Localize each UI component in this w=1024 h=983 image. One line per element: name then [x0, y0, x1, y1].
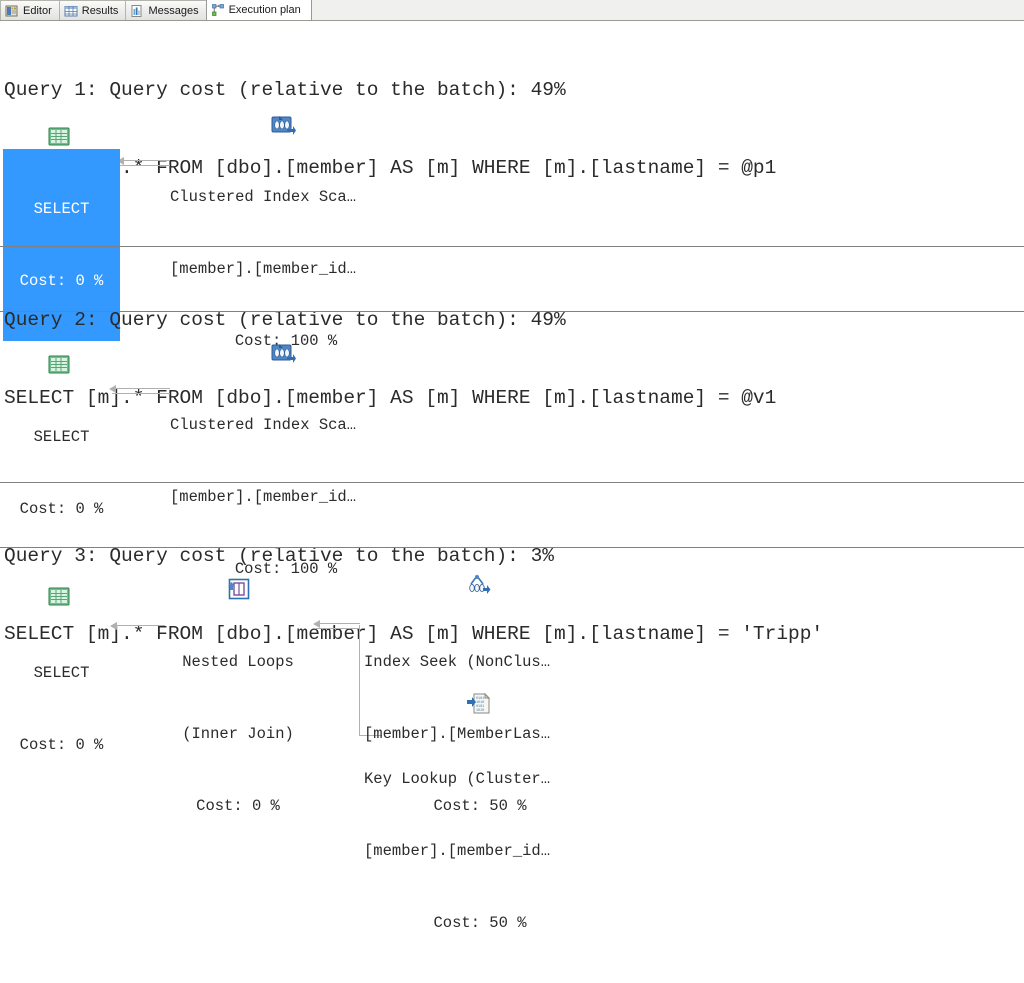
execution-plan-canvas[interactable]: Query 1: Query cost (relative to the bat… [0, 21, 1024, 932]
query-separator-3 [0, 482, 1024, 483]
clustered-index-scan-icon [270, 113, 296, 139]
tab-label: Editor [23, 4, 52, 17]
node-title: Nested Loops [182, 653, 294, 671]
execution-plan-icon: + [211, 3, 225, 17]
node-title: Key Lookup (Cluster… [364, 770, 551, 788]
select-result-icon [46, 124, 72, 150]
query-separator-4 [0, 547, 1024, 548]
tab-label: Messages [148, 4, 199, 17]
tab-label: Execution plan [228, 4, 301, 16]
node-cost: Cost: 50 % [433, 914, 527, 932]
tab-execution-plan[interactable]: + Execution plan [205, 0, 312, 20]
query-3-select-node[interactable]: SELECT Cost: 0 % [3, 613, 120, 805]
svg-text:1010: 1010 [476, 709, 484, 713]
select-result-icon [46, 352, 72, 378]
index-seek-icon [465, 574, 491, 600]
node-subtitle: (Inner Join) [182, 725, 294, 743]
editor-icon [5, 4, 19, 18]
query-separator-2 [0, 311, 1024, 312]
select-result-icon [46, 584, 72, 610]
node-title: SELECT [33, 664, 90, 682]
grid-icon [64, 4, 78, 18]
query-separator-1 [0, 246, 1024, 247]
query-3-key-lookup-node[interactable]: Key Lookup (Cluster… [member].[member_id… [364, 719, 596, 983]
tab-bar: Editor Results Messages + Execution plan [0, 0, 1024, 21]
tab-messages[interactable]: Messages [125, 0, 207, 20]
node-title: SELECT [33, 200, 90, 218]
connector-q3-select [113, 625, 165, 626]
connector-q2 [112, 388, 170, 394]
node-object: [member].[member_id… [364, 842, 551, 860]
node-title: SELECT [33, 428, 90, 446]
query-3-nested-loops-node[interactable]: Nested Loops (Inner Join) Cost: 0 % [164, 602, 312, 866]
connector-arrow-q3-seek [313, 620, 320, 628]
svg-text:+: + [217, 3, 220, 8]
clustered-index-scan-icon [270, 341, 296, 367]
node-title: Clustered Index Sca… [170, 416, 357, 434]
tab-editor[interactable]: Editor [0, 0, 60, 20]
connector-q1 [120, 160, 170, 166]
nested-loops-icon [226, 576, 252, 602]
node-cost: Cost: 0 % [19, 736, 104, 754]
tab-label: Results [81, 4, 119, 17]
node-cost: Cost: 0 % [196, 797, 280, 815]
messages-icon [130, 4, 144, 18]
node-title: Index Seek (NonClus… [364, 653, 551, 671]
node-title: Clustered Index Sca… [170, 188, 357, 206]
connector-q3-seek [316, 623, 360, 629]
tab-results[interactable]: Results [58, 0, 127, 20]
key-lookup-icon: 0101 1010 0101 1010 [466, 691, 492, 717]
query-1-cost-line: Query 1: Query cost (relative to the bat… [4, 79, 566, 101]
